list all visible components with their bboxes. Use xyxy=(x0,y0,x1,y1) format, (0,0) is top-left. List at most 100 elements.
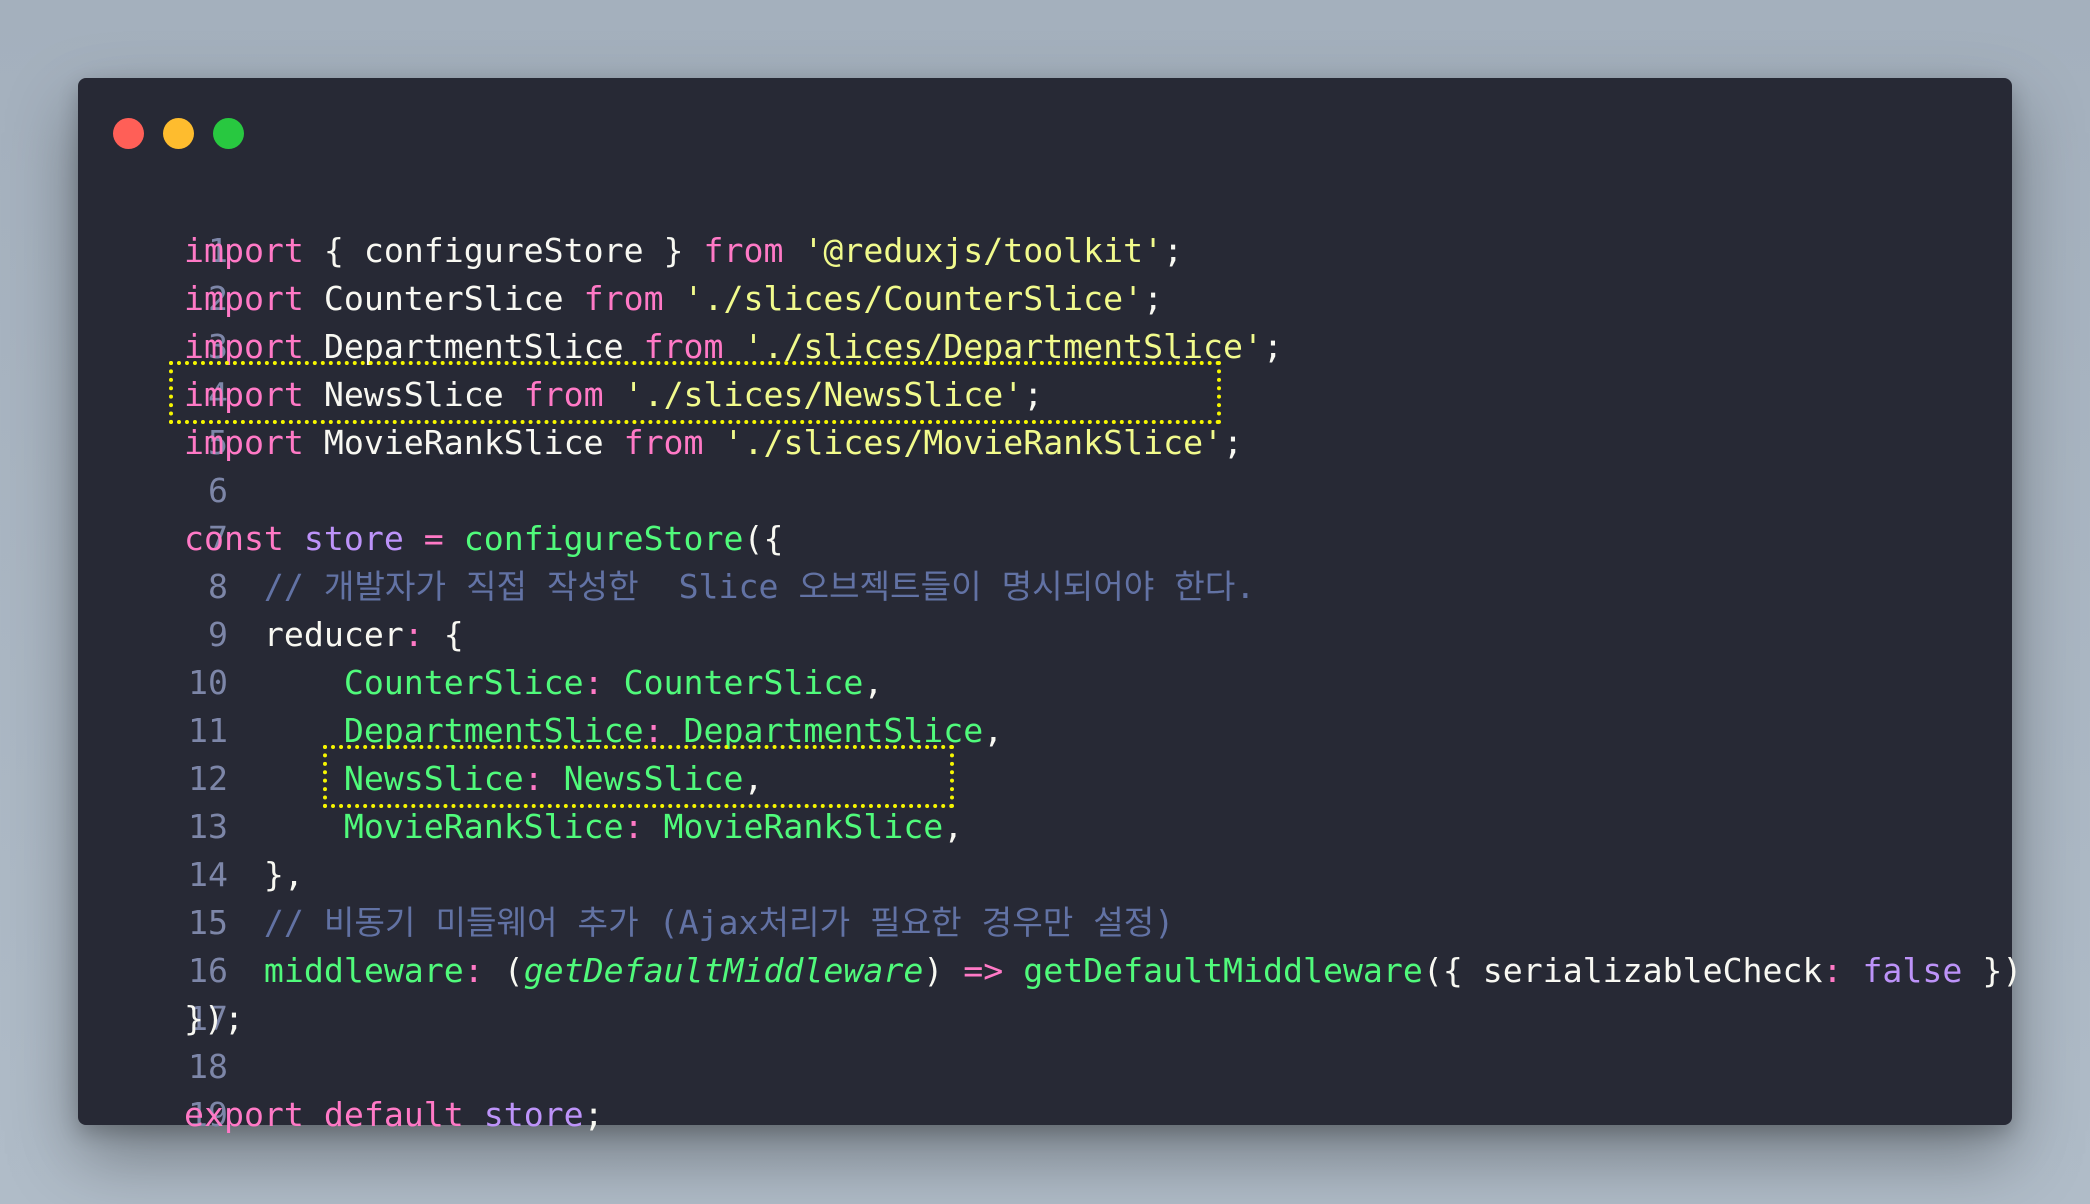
code-line: 14 }, xyxy=(78,851,2012,899)
code-line: 16 middleware: (getDefaultMiddleware) =>… xyxy=(78,947,2022,995)
code-token: const xyxy=(184,519,284,558)
code-token: './slices/DepartmentSlice' xyxy=(743,327,1263,366)
code-token: NewsSlice xyxy=(563,759,744,798)
code-token: from xyxy=(523,375,604,414)
code-token: }); xyxy=(184,999,244,1038)
code-token: }) xyxy=(1962,951,2023,990)
code-token: NewsSlice xyxy=(184,759,524,798)
code-token: import xyxy=(184,327,304,366)
code-token: : xyxy=(623,807,644,846)
code-token: from xyxy=(623,423,704,462)
code-token: ) xyxy=(923,951,964,990)
close-button[interactable] xyxy=(113,118,144,149)
code-token: import xyxy=(184,423,304,462)
code-token: getDefaultMiddleware xyxy=(523,951,924,990)
code-token: ; xyxy=(1262,327,1283,366)
code-token: : xyxy=(1822,951,1843,990)
code-line: 11 DepartmentSlice: DepartmentSlice, xyxy=(78,707,2012,755)
code-token: getDefaultMiddleware xyxy=(1023,951,1423,990)
code-line: 4 import NewsSlice from './slices/NewsSli… xyxy=(78,371,2012,419)
code-token: , xyxy=(863,663,884,702)
line-number: 6 xyxy=(208,471,228,510)
code-token: { configureStore } xyxy=(303,231,704,270)
code-token: from xyxy=(643,327,724,366)
code-token: => xyxy=(963,951,1004,990)
code-line: 3 import DepartmentSlice from './slices/D… xyxy=(78,323,2012,371)
code-token: = xyxy=(423,519,444,558)
line-content: DepartmentSlice: DepartmentSlice, xyxy=(184,707,1003,755)
line-content: }); xyxy=(184,995,244,1043)
line-content: // 비동기 미들웨어 추가 (Ajax처리가 필요한 경우만 설정) xyxy=(184,899,1174,947)
code-token: DepartmentSlice xyxy=(184,711,644,750)
code-token: ( xyxy=(483,951,524,990)
code-line: 2 import CounterSlice from './slices/Coun… xyxy=(78,275,2012,323)
code-token: false xyxy=(1862,951,1963,990)
code-line: 18 xyxy=(78,1043,2012,1091)
code-token: from xyxy=(703,231,784,270)
line-content: const store = configureStore({ xyxy=(184,515,783,563)
code-token: import xyxy=(184,231,304,270)
minimize-button[interactable] xyxy=(163,118,194,149)
code-token: DepartmentSlice xyxy=(303,327,644,366)
code-token: { xyxy=(423,615,464,654)
line-content: NewsSlice: NewsSlice, xyxy=(184,755,764,803)
code-token: MovieRankSlice xyxy=(663,807,944,846)
code-line: 1 import { configureStore } from '@reduxj… xyxy=(78,227,2012,275)
code-token: ; xyxy=(1223,423,1244,462)
code-token: './slices/NewsSlice' xyxy=(623,375,1024,414)
code-token: , xyxy=(943,807,964,846)
code-token: import xyxy=(184,279,304,318)
line-content: export default store; xyxy=(184,1091,604,1139)
code-token: : xyxy=(403,615,424,654)
code-token: : xyxy=(583,663,604,702)
code-line: 15 // 비동기 미들웨어 추가 (Ajax처리가 필요한 경우만 설정) xyxy=(78,899,2012,947)
code-token: : xyxy=(643,711,664,750)
code-token: configureStore xyxy=(463,519,744,558)
code-token: CounterSlice xyxy=(184,663,584,702)
code-token: ; xyxy=(1163,231,1184,270)
code-token: store xyxy=(303,519,404,558)
code-token: }, xyxy=(184,855,304,894)
code-line: 8 // 개발자가 직접 작성한 Slice 오브젝트들이 명시되어야 한다. xyxy=(78,563,2012,611)
code-token: ({ serializableCheck xyxy=(1422,951,1823,990)
code-token: default xyxy=(323,1095,464,1134)
code-line: 19 export default store; xyxy=(78,1091,2012,1139)
line-number: 18 xyxy=(188,1047,228,1086)
code-token: import xyxy=(184,375,304,414)
code-line: 9 reducer: { xyxy=(78,611,2012,659)
code-line: 7 const store = configureStore({ xyxy=(78,515,2012,563)
code-token: '@reduxjs/toolkit' xyxy=(803,231,1164,270)
line-content: import CounterSlice from './slices/Count… xyxy=(184,275,1163,323)
line-content: // 개발자가 직접 작성한 Slice 오브젝트들이 명시되어야 한다. xyxy=(184,563,1255,611)
code-token: ; xyxy=(1143,279,1164,318)
code-line: 10 CounterSlice: CounterSlice, xyxy=(78,659,2012,707)
code-line: 12 NewsSlice: NewsSlice, xyxy=(78,755,2012,803)
maximize-button[interactable] xyxy=(213,118,244,149)
code-line: 5 import MovieRankSlice from './slices/Mo… xyxy=(78,419,2012,467)
line-content: }, xyxy=(184,851,304,899)
code-token: // 비동기 미들웨어 추가 (Ajax처리가 필요한 경우만 설정) xyxy=(184,903,1175,942)
code-token: , xyxy=(983,711,1004,750)
code-line: 17}); xyxy=(78,995,2012,1043)
line-content: import { configureStore } from '@reduxjs… xyxy=(184,227,1183,275)
code-token: // 개발자가 직접 작성한 Slice 오브젝트들이 명시되어야 한다. xyxy=(184,567,1256,606)
code-token: : xyxy=(523,759,544,798)
line-content: import MovieRankSlice from './slices/Mov… xyxy=(184,419,1243,467)
line-content: import DepartmentSlice from './slices/De… xyxy=(184,323,1283,371)
line-content: CounterSlice: CounterSlice, xyxy=(184,659,884,707)
